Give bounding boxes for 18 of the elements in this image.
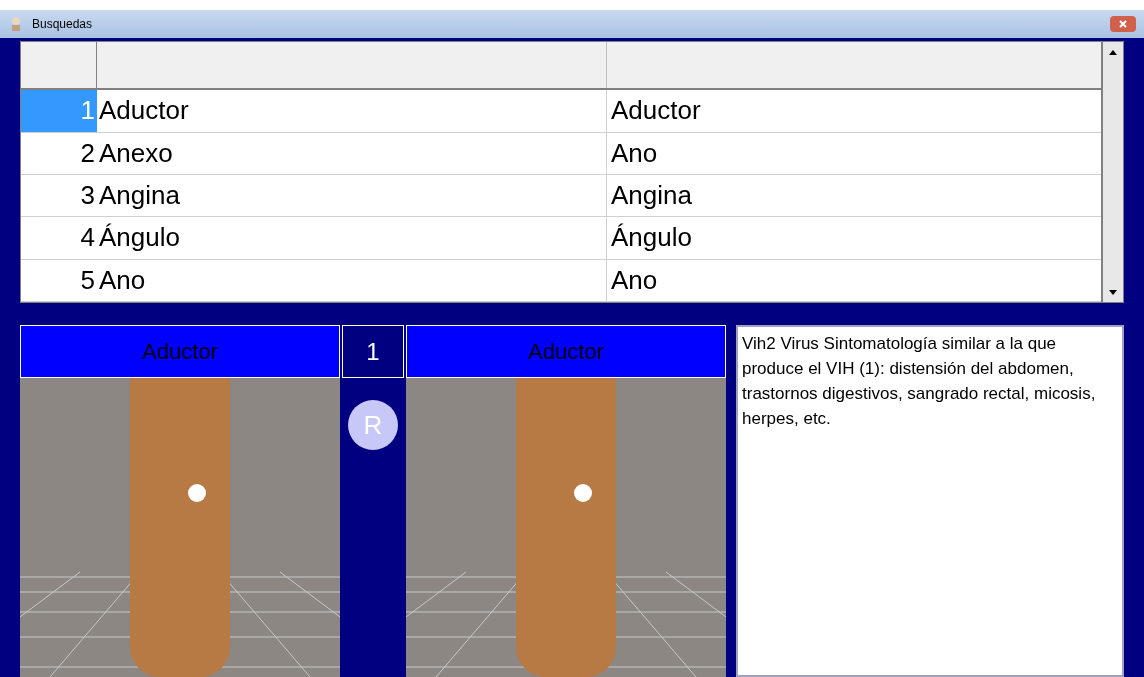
- close-button[interactable]: [1110, 16, 1136, 32]
- index-label: 1: [342, 325, 404, 378]
- table-cell: Ano: [97, 259, 607, 301]
- close-icon: [1119, 20, 1127, 28]
- table-cell-text: Aductor: [610, 94, 702, 128]
- window-title: Busquedas: [32, 16, 94, 33]
- table-cell: Ángulo: [97, 217, 607, 259]
- table-cell: Aductor: [97, 90, 607, 132]
- table-cell-text: Ángulo: [610, 221, 693, 255]
- scrollbar[interactable]: [1102, 41, 1124, 303]
- table-cell-text: Angina: [610, 179, 693, 213]
- table-cell-text: Ano: [610, 263, 659, 297]
- panel-title: Aductor: [406, 325, 726, 378]
- description-box: Vih2 Virus Sintomatología similar a la que produce el VIH (1): distensión del abdomen, trastornos digestivos, sangrado rectal, micosis, herpes, etc.: [736, 325, 1124, 677]
- panel-title: Aductor: [20, 325, 340, 378]
- table-cell-text: Ano: [610, 136, 659, 170]
- table-cell: Angina: [97, 174, 607, 217]
- table-cell: Anexo: [97, 132, 607, 174]
